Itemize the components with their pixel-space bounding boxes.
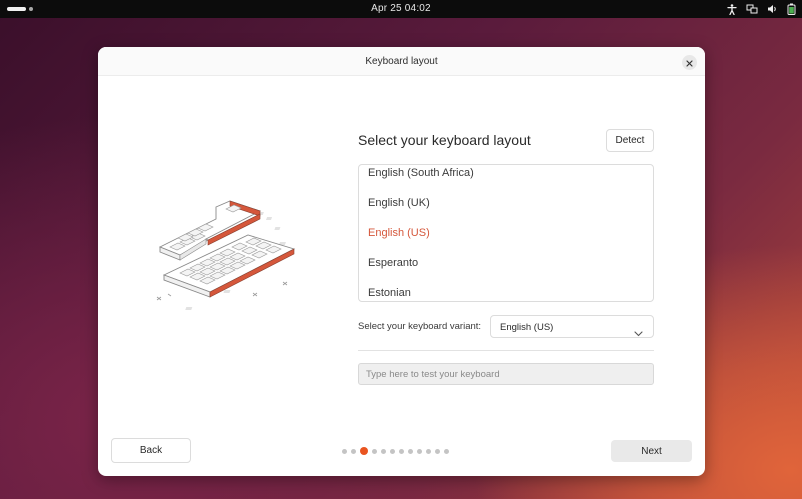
volume-icon[interactable] <box>767 4 778 14</box>
keyboard-test-input[interactable] <box>358 363 654 385</box>
keyboard-layout-list[interactable]: English (South Africa) English (UK) Engl… <box>358 164 654 302</box>
progress-dot <box>435 448 440 454</box>
system-top-bar: Apr 25 04:02 <box>0 0 802 18</box>
progress-dot <box>381 448 386 454</box>
list-item-esperanto[interactable]: Esperanto <box>368 257 418 269</box>
keyboard-layout-dialog: Keyboard layout Select your keyboard lay… <box>98 47 705 476</box>
keyboard-illustration <box>122 187 310 322</box>
list-item-english-us[interactable]: English (US) <box>368 227 430 239</box>
clock[interactable]: Apr 25 04:02 <box>0 3 802 14</box>
close-button[interactable] <box>682 55 697 70</box>
next-button[interactable]: Next <box>611 440 692 462</box>
progress-dot <box>351 448 356 454</box>
back-button[interactable]: Back <box>111 438 191 463</box>
progress-dot <box>444 448 449 454</box>
progress-dot <box>342 448 347 454</box>
variant-label: Select your keyboard variant: <box>358 321 482 332</box>
progress-dot <box>372 448 377 454</box>
progress-dot <box>390 448 395 454</box>
system-tray[interactable] <box>727 2 796 16</box>
battery-icon[interactable] <box>787 3 796 15</box>
page-heading: Select your keyboard layout <box>358 132 531 148</box>
list-item-estonian[interactable]: Estonian <box>368 287 411 299</box>
keyboard-variant-dropdown[interactable]: English (US) <box>490 315 654 338</box>
variant-selected-value: English (US) <box>500 322 554 333</box>
progress-dot <box>417 448 422 454</box>
divider <box>358 350 654 351</box>
dialog-header: Keyboard layout <box>98 47 705 76</box>
accessibility-icon[interactable] <box>727 3 737 15</box>
progress-dot <box>426 448 431 454</box>
list-item-english-uk[interactable]: English (UK) <box>368 197 430 209</box>
list-item-english-south-africa[interactable]: English (South Africa) <box>368 167 474 179</box>
progress-dot <box>399 448 404 454</box>
close-icon <box>686 54 693 72</box>
dialog-title: Keyboard layout <box>365 56 438 67</box>
progress-dot <box>408 448 413 454</box>
chevron-down-icon <box>634 324 643 342</box>
detect-button[interactable]: Detect <box>606 129 654 152</box>
progress-dot-current <box>360 447 368 455</box>
network-icon[interactable] <box>746 4 758 14</box>
step-progress-indicator <box>342 447 449 455</box>
